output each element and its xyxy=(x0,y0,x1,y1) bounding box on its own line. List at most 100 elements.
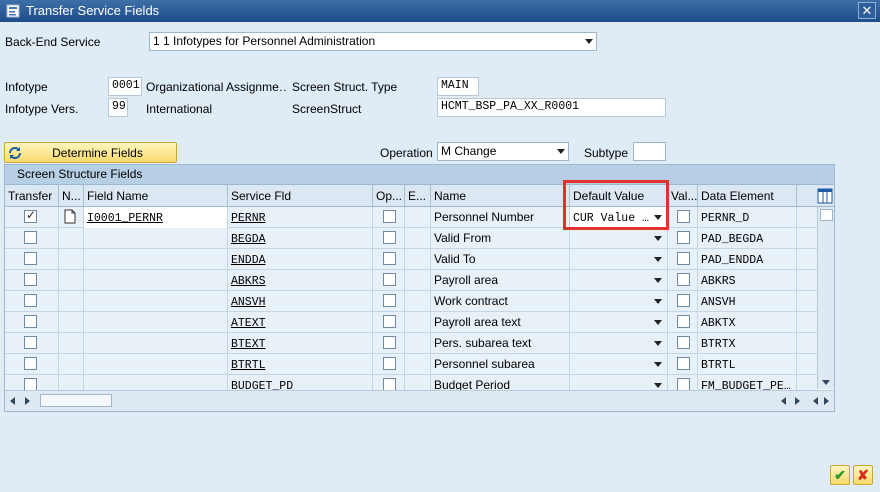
field-name-cell[interactable] xyxy=(84,270,228,291)
determine-fields-button[interactable]: Determine Fields xyxy=(4,142,177,163)
op-checkbox[interactable] xyxy=(383,252,396,265)
transfer-checkbox[interactable] xyxy=(24,208,37,223)
close-button[interactable]: ✕ xyxy=(858,2,876,19)
scroll-right-icon[interactable] xyxy=(824,397,829,405)
val-checkbox[interactable] xyxy=(677,210,690,223)
chevron-down-icon[interactable] xyxy=(654,236,662,241)
vertical-scrollbar[interactable] xyxy=(817,207,834,389)
scroll-left-icon[interactable] xyxy=(813,397,818,405)
op-checkbox[interactable] xyxy=(383,336,396,349)
backend-service-dropdown[interactable]: 1 1 Infotypes for Personnel Administrati… xyxy=(149,32,597,51)
column-header-note[interactable]: N... xyxy=(59,185,84,207)
transfer-checkbox[interactable] xyxy=(24,252,37,265)
service-fld-cell[interactable]: BTEXT xyxy=(228,333,373,354)
default-value-dropdown[interactable] xyxy=(570,354,668,375)
column-header-e[interactable]: E... xyxy=(405,185,431,207)
infotype-field[interactable]: 0001 xyxy=(108,77,142,96)
confirm-button[interactable]: ✔ xyxy=(830,465,850,485)
table-row[interactable]: ENDDA Valid To PAD_ENDDA xyxy=(5,249,817,270)
subtype-field[interactable] xyxy=(633,142,666,161)
field-name-cell[interactable] xyxy=(84,249,228,270)
cancel-button[interactable]: ✘ xyxy=(853,465,873,485)
table-row[interactable]: BEGDA Valid From PAD_BEGDA xyxy=(5,228,817,249)
service-fld-cell[interactable]: PERNR xyxy=(228,207,373,228)
default-value-dropdown[interactable]: CUR Value … xyxy=(570,207,668,228)
op-checkbox[interactable] xyxy=(383,315,396,328)
field-name-cell[interactable] xyxy=(84,291,228,312)
service-fld-cell[interactable]: BEGDA xyxy=(228,228,373,249)
column-header-data-element[interactable]: Data Element xyxy=(698,185,797,207)
service-fld-cell[interactable]: ENDDA xyxy=(228,249,373,270)
default-value-dropdown[interactable] xyxy=(570,333,668,354)
operation-dropdown[interactable]: M Change xyxy=(437,142,569,161)
default-value-dropdown[interactable] xyxy=(570,291,668,312)
op-checkbox[interactable] xyxy=(383,273,396,286)
chevron-down-icon[interactable] xyxy=(654,383,662,388)
val-checkbox[interactable] xyxy=(677,273,690,286)
scroll-down-icon[interactable] xyxy=(822,380,830,385)
op-checkbox[interactable] xyxy=(383,294,396,307)
service-fld-cell[interactable]: ATEXT xyxy=(228,312,373,333)
column-settings-icon[interactable] xyxy=(817,188,833,204)
transfer-checkbox[interactable] xyxy=(24,231,37,244)
scroll-left-icon[interactable] xyxy=(781,397,786,405)
chevron-down-icon[interactable] xyxy=(585,39,593,44)
infotype-vers-field[interactable]: 99 xyxy=(108,98,128,117)
field-name-cell[interactable] xyxy=(84,333,228,354)
field-name-cell[interactable]: I0001_PERNR xyxy=(84,207,228,228)
val-checkbox[interactable] xyxy=(677,252,690,265)
chevron-down-icon[interactable] xyxy=(654,362,662,367)
transfer-checkbox[interactable] xyxy=(24,273,37,286)
op-checkbox[interactable] xyxy=(383,210,396,223)
chevron-down-icon[interactable] xyxy=(654,215,662,220)
op-checkbox[interactable] xyxy=(383,231,396,244)
column-header-service-fld[interactable]: Service Fld xyxy=(228,185,373,207)
table-row[interactable]: BTEXT Pers. subarea text BTRTX xyxy=(5,333,817,354)
transfer-checkbox[interactable] xyxy=(24,315,37,328)
val-checkbox[interactable] xyxy=(677,336,690,349)
service-fld-cell[interactable]: BTRTL xyxy=(228,354,373,375)
column-header-transfer[interactable]: Transfer xyxy=(5,185,59,207)
table-row[interactable]: ATEXT Payroll area text ABKTX xyxy=(5,312,817,333)
chevron-down-icon[interactable] xyxy=(654,341,662,346)
field-name-cell[interactable] xyxy=(84,354,228,375)
val-checkbox[interactable] xyxy=(677,231,690,244)
screen-struct-type-field[interactable]: MAIN xyxy=(437,77,479,96)
chevron-down-icon[interactable] xyxy=(654,278,662,283)
screen-struct-field[interactable]: HCMT_BSP_PA_XX_R0001 xyxy=(437,98,666,117)
val-checkbox[interactable] xyxy=(677,294,690,307)
default-value-dropdown[interactable] xyxy=(570,249,668,270)
scroll-right-icon[interactable] xyxy=(25,397,30,405)
op-checkbox[interactable] xyxy=(383,357,396,370)
column-header-field-name[interactable]: Field Name xyxy=(84,185,228,207)
chevron-down-icon[interactable] xyxy=(654,299,662,304)
transfer-checkbox[interactable] xyxy=(24,294,37,307)
table-row[interactable]: BTRTL Personnel subarea BTRTL xyxy=(5,354,817,375)
document-icon[interactable] xyxy=(64,209,76,224)
horizontal-scrollbar[interactable] xyxy=(5,390,834,411)
transfer-checkbox[interactable] xyxy=(24,357,37,370)
table-row[interactable]: I0001_PERNR PERNR Personnel Number CUR Valu… xyxy=(5,207,817,228)
field-name-cell[interactable] xyxy=(84,228,228,249)
service-fld-cell[interactable]: ANSVH xyxy=(228,291,373,312)
scroll-thumb[interactable] xyxy=(820,209,833,221)
default-value-dropdown[interactable] xyxy=(570,228,668,249)
scroll-right-icon[interactable] xyxy=(795,397,800,405)
column-header-name[interactable]: Name xyxy=(431,185,570,207)
field-name-cell[interactable] xyxy=(84,312,228,333)
default-value-dropdown[interactable] xyxy=(570,270,668,291)
default-value-dropdown[interactable] xyxy=(570,312,668,333)
column-header-default-value[interactable]: Default Value xyxy=(570,185,668,207)
table-row[interactable]: ABKRS Payroll area ABKRS xyxy=(5,270,817,291)
table-row[interactable]: ANSVH Work contract ANSVH xyxy=(5,291,817,312)
transfer-checkbox[interactable] xyxy=(24,336,37,349)
chevron-down-icon[interactable] xyxy=(557,149,565,154)
val-checkbox[interactable] xyxy=(677,357,690,370)
column-header-val[interactable]: Val... xyxy=(668,185,698,207)
column-header-op[interactable]: Op... xyxy=(373,185,405,207)
chevron-down-icon[interactable] xyxy=(654,257,662,262)
scroll-left-icon[interactable] xyxy=(10,397,15,405)
service-fld-cell[interactable]: ABKRS xyxy=(228,270,373,291)
scroll-thumb-horizontal[interactable] xyxy=(40,394,112,407)
val-checkbox[interactable] xyxy=(677,315,690,328)
